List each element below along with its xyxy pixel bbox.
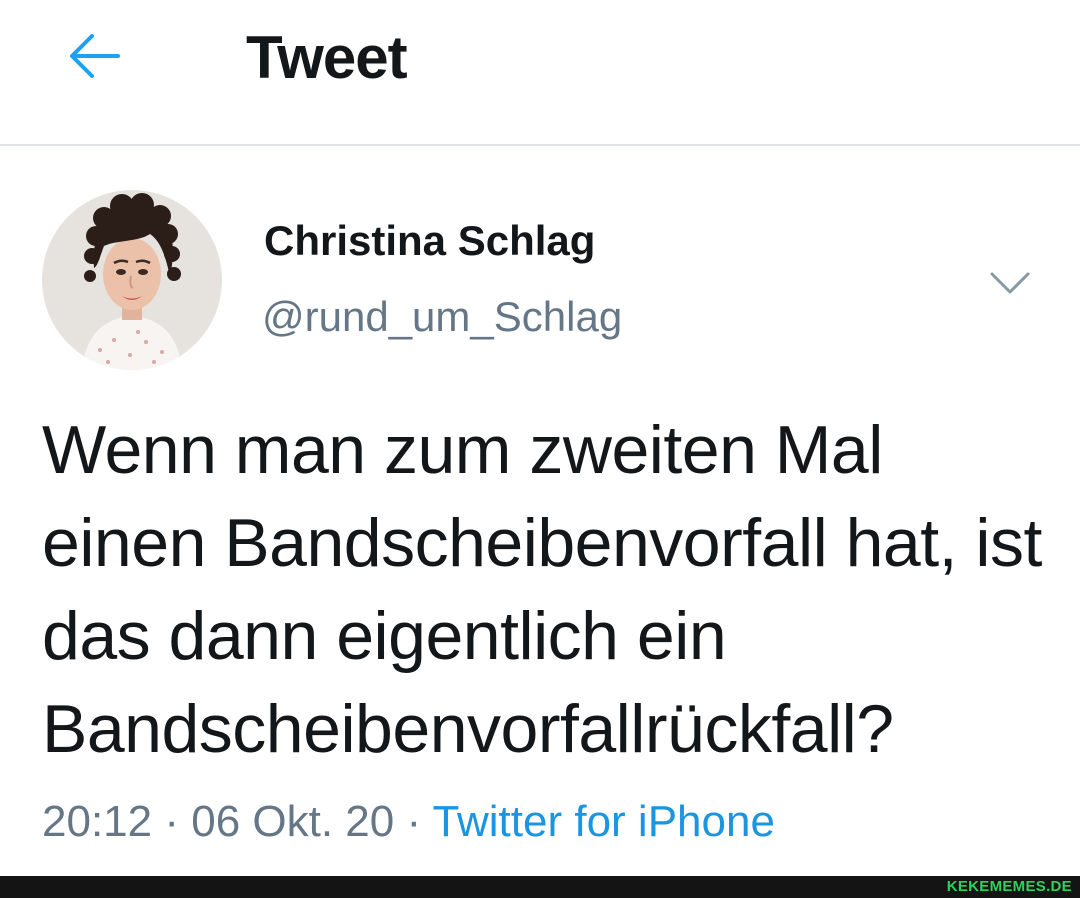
tweet-menu-button[interactable] xyxy=(980,262,1040,302)
page-title: Tweet xyxy=(246,24,408,91)
back-button[interactable] xyxy=(58,20,130,92)
tweet-date[interactable]: 06 Okt. 20 xyxy=(191,797,394,846)
author-display-name[interactable]: Christina Schlag xyxy=(264,214,595,268)
meta-separator: · xyxy=(394,797,433,846)
chevron-down-icon xyxy=(990,272,1030,294)
author-handle[interactable]: @rund_um_Schlag xyxy=(262,290,622,344)
top-bar: Tweet xyxy=(0,0,1080,146)
avatar-photo xyxy=(42,190,222,370)
arrow-left-icon xyxy=(70,34,120,78)
watermark: KEKEMEMES.DE xyxy=(946,878,1072,895)
avatar[interactable] xyxy=(42,190,222,370)
footer-bar: KEKEMEMES.DE xyxy=(0,876,1080,898)
tweet-time[interactable]: 20:12 xyxy=(42,797,152,846)
meta-separator: · xyxy=(152,797,192,846)
tweet-meta: 20:12 · 06 Okt. 20 · Twitter for iPhone xyxy=(42,794,775,850)
tweet-text: Wenn man zum zweiten Mal einen Bandschei… xyxy=(42,412,1042,767)
tweet-source-link[interactable]: Twitter for iPhone xyxy=(433,797,775,846)
